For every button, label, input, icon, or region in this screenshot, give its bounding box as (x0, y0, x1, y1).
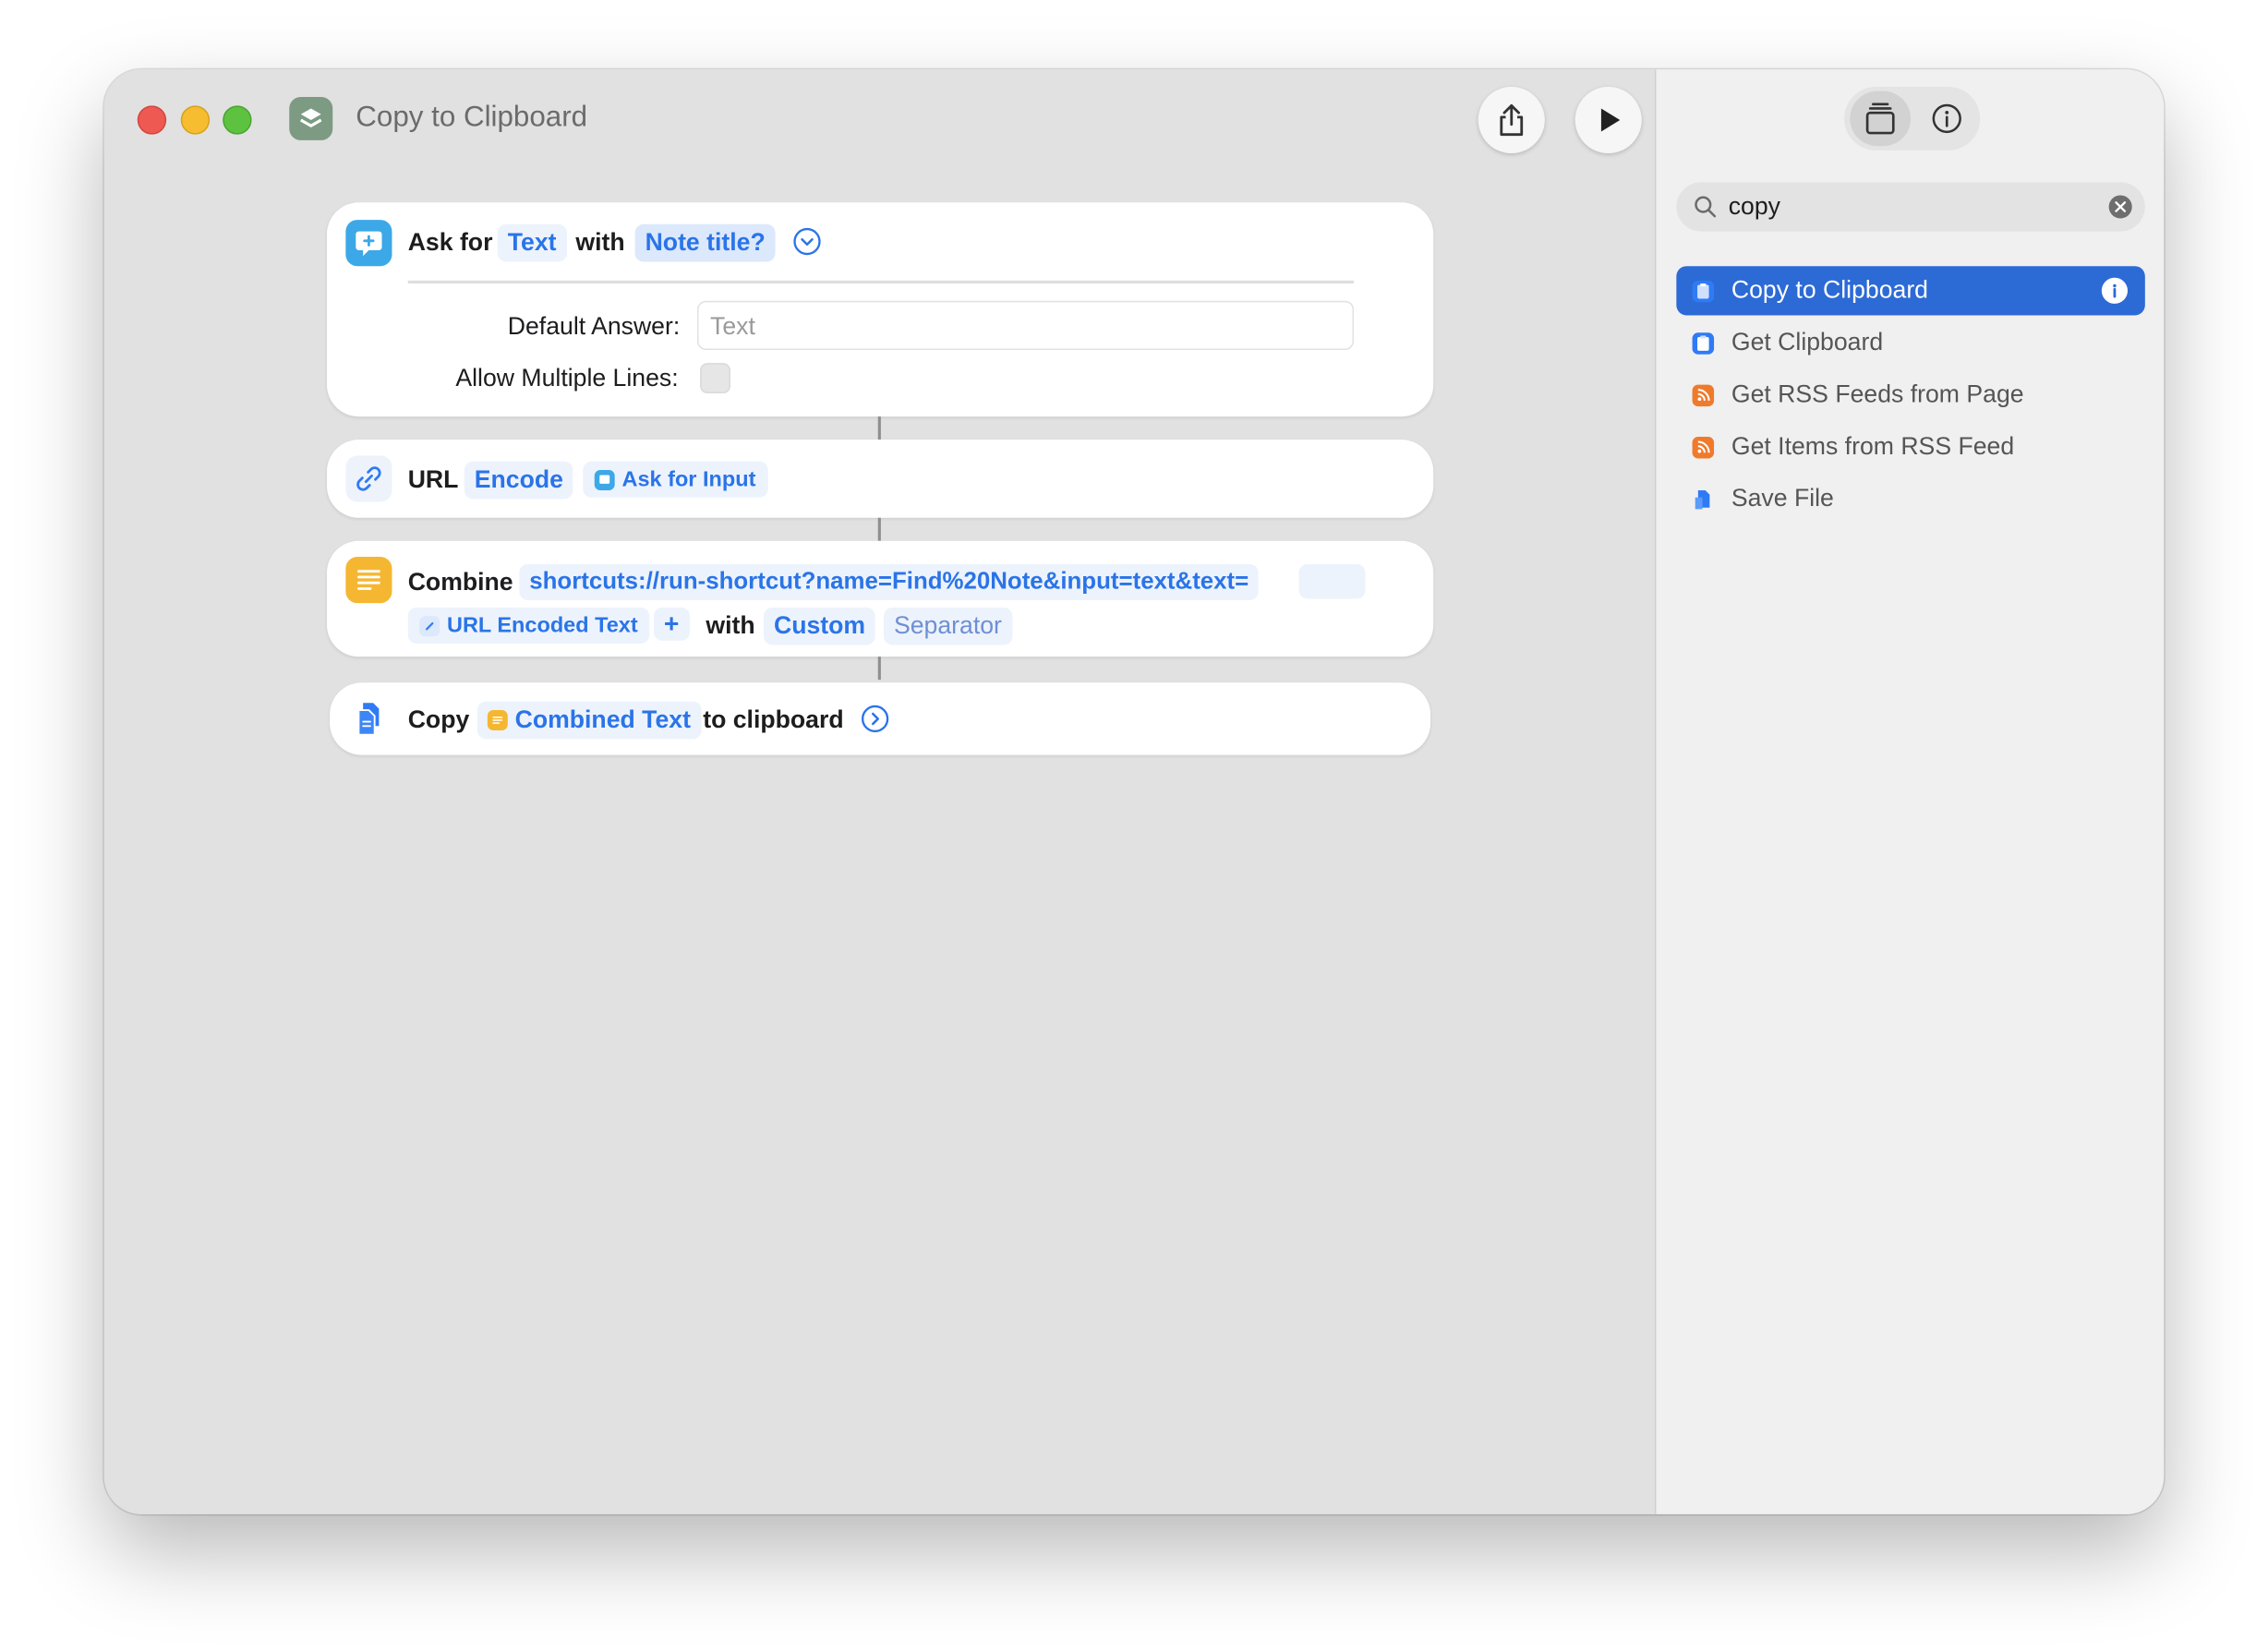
clipboard-icon (1692, 280, 1715, 302)
allow-multiple-lines-checkbox[interactable] (700, 363, 730, 394)
documents-icon (345, 695, 392, 742)
ask-for-input-variable-label: Ask for Input (621, 466, 756, 492)
chevron-down-circle-icon (793, 227, 821, 256)
info-icon (1932, 103, 1961, 134)
result-label: Get Items from RSS Feed (1731, 432, 2015, 461)
link-icon (419, 615, 440, 636)
add-item-button[interactable]: + (653, 607, 690, 641)
share-icon (1500, 103, 1524, 137)
combine-label: Combine (407, 568, 513, 597)
show-more-button[interactable] (861, 705, 889, 733)
combine-text-action[interactable]: Combine shortcuts://run-shortcut?name=Fi… (326, 540, 1434, 657)
shortcut-editor-window: Copy to Clipboard Ask for Text with Note… (103, 69, 2165, 1514)
url-encoded-text-variable[interactable]: URL Encoded Text (407, 607, 650, 645)
empty-text-slot[interactable] (1298, 563, 1366, 599)
shortcut-icon[interactable] (289, 96, 333, 140)
ask-for-input-action[interactable]: Ask for Text with Note title? Default An… (326, 202, 1434, 417)
prompt-token[interactable]: Note title? (634, 223, 776, 262)
result-label: Copy to Clipboard (1731, 276, 1929, 304)
link-icon (345, 455, 392, 502)
with-label: with (706, 611, 755, 640)
minimize-window-button[interactable] (180, 105, 211, 135)
url-text-token[interactable]: shortcuts://run-shortcut?name=Find%20Not… (519, 563, 1260, 601)
speech-bubble-icon (594, 469, 615, 490)
with-label: with (575, 228, 625, 257)
close-window-button[interactable] (137, 105, 167, 135)
action-library-sidebar: copy Copy to Clipboard Get Clipboard Get… (1654, 69, 2165, 1514)
text-lines-icon (487, 710, 508, 730)
result-get-clipboard[interactable]: Get Clipboard (1676, 319, 2144, 368)
speech-bubble-plus-icon (345, 220, 392, 267)
zoom-window-button[interactable] (223, 105, 252, 135)
flow-connector (877, 517, 881, 541)
search-input-value[interactable]: copy (1729, 192, 1780, 221)
default-answer-placeholder: Text (710, 312, 755, 341)
result-label: Save File (1731, 484, 1834, 512)
encode-mode-token[interactable]: Encode (464, 461, 573, 500)
expand-chevron-button[interactable] (792, 227, 821, 256)
ask-for-label: Ask for (407, 228, 493, 257)
separator-mode-token[interactable]: Custom (764, 607, 876, 645)
ask-for-input-variable[interactable]: Ask for Input (583, 461, 767, 498)
url-encode-action[interactable]: URL Encode Ask for Input (326, 440, 1434, 518)
url-encoded-text-variable-label: URL Encoded Text (446, 613, 638, 638)
flow-connector (877, 657, 881, 681)
action-search-field[interactable]: copy (1676, 182, 2145, 232)
search-icon (1695, 196, 1717, 218)
editor-canvas: Copy to Clipboard Ask for Text with Note… (103, 69, 1655, 1514)
rss-icon (1692, 383, 1715, 406)
url-label: URL (407, 465, 459, 494)
play-icon (1600, 108, 1621, 132)
close-icon (2115, 201, 2127, 212)
info-icon (2113, 283, 2117, 298)
chevron-right-circle-icon (861, 705, 889, 733)
default-answer-label: Default Answer: (507, 312, 681, 341)
result-copy-to-clipboard[interactable]: Copy to Clipboard (1676, 266, 2145, 316)
library-stack-icon (1865, 102, 1895, 135)
clear-search-button[interactable] (2108, 195, 2132, 219)
file-icon (1693, 488, 1714, 510)
divider (407, 280, 1355, 283)
result-save-file[interactable]: Save File (1676, 475, 2144, 524)
separator-field[interactable]: Separator (884, 607, 1012, 645)
default-answer-field[interactable]: Text (696, 300, 1355, 351)
clipboard-icon (1692, 331, 1715, 354)
result-label: Get Clipboard (1731, 328, 1884, 356)
copy-to-clipboard-action[interactable]: Copy Combined Text to clipboard (330, 682, 1431, 755)
rss-icon (1692, 436, 1715, 458)
combined-text-variable[interactable]: Combined Text (477, 701, 701, 740)
sidebar-segmented-control (1844, 86, 1981, 151)
to-clipboard-label: to clipboard (703, 705, 844, 734)
shortcut-details-tab[interactable] (1916, 91, 1977, 147)
share-button[interactable] (1478, 86, 1545, 154)
copy-label: Copy (407, 705, 470, 734)
text-lines-icon (345, 557, 392, 604)
input-type-token[interactable]: Text (497, 223, 567, 262)
allow-multiple-lines-label: Allow Multiple Lines: (455, 364, 679, 392)
result-get-rss-feeds-from-page[interactable]: Get RSS Feeds from Page (1676, 370, 2144, 419)
result-info-button[interactable] (2101, 277, 2129, 304)
flow-connector (877, 416, 881, 440)
window-title: Copy to Clipboard (356, 101, 588, 134)
run-button[interactable] (1574, 86, 1642, 154)
result-get-items-from-rss-feed[interactable]: Get Items from RSS Feed (1676, 422, 2144, 471)
combined-text-variable-label: Combined Text (514, 705, 691, 734)
result-label: Get RSS Feeds from Page (1731, 380, 2024, 408)
action-library-tab[interactable] (1850, 90, 1912, 147)
